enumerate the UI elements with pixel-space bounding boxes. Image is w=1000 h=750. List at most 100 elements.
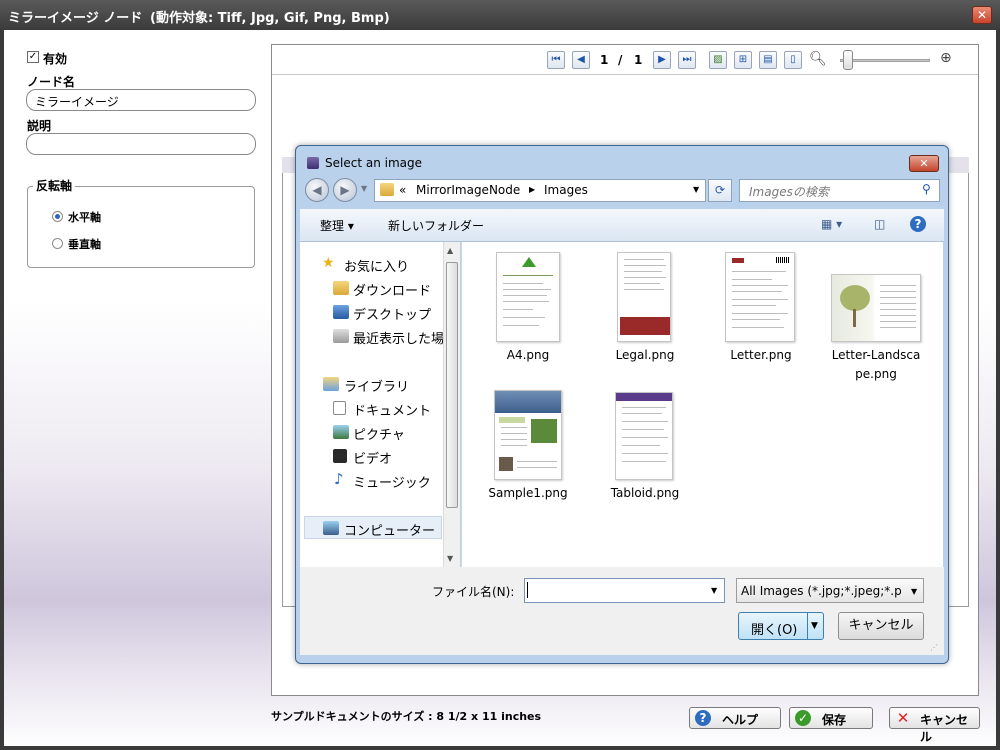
file-name-tabloid[interactable]: Tabloid.png [590, 486, 700, 500]
enabled-checkbox[interactable]: ✓ [27, 51, 39, 63]
filter-dropdown-icon[interactable]: ▼ [911, 587, 917, 596]
nav-recent[interactable]: 最近表示した場所 [353, 328, 443, 347]
new-folder-button[interactable]: 新しいフォルダー [388, 217, 484, 234]
folder-icon [380, 183, 394, 196]
open-split-dropdown-icon[interactable]: ▼ [811, 621, 818, 631]
node-name-label: ノード名 [27, 75, 76, 89]
file-name-letter-landscape-line1[interactable]: Letter-Landsca [821, 348, 931, 362]
preview-pane-icon[interactable]: ◫ [874, 217, 885, 231]
window-title-bar: ミラーイメージ ノード (動作対象: Tiff, Jpg, Gif, Png, … [0, 0, 1000, 30]
filename-dropdown-icon[interactable]: ▼ [711, 586, 717, 595]
address-dropdown-icon[interactable]: ▼ [693, 185, 699, 194]
nav-computer[interactable]: コンピューター [344, 520, 435, 539]
nav-pictures[interactable]: ピクチャ [353, 424, 405, 443]
search-box[interactable]: Imagesの検索 ⚲ [739, 179, 940, 202]
file-thumbnail-letter-landscape[interactable] [831, 274, 921, 342]
last-page-icon[interactable]: ⏭ [678, 51, 696, 69]
computer-icon [323, 521, 339, 535]
file-thumbnail-tabloid[interactable] [615, 392, 673, 480]
dialog-app-icon [307, 157, 319, 169]
file-thumbnail-letter[interactable] [725, 252, 795, 342]
file-name-letter-landscape-line2[interactable]: pe.png [821, 367, 931, 381]
close-icon: ✕ [919, 157, 929, 170]
window-close-button[interactable]: ✕ [972, 6, 992, 24]
zoom-out-icon[interactable]: 🔍︎ [809, 51, 827, 67]
page-separator: / [618, 53, 623, 67]
refresh-icon[interactable]: ⟳ [708, 179, 732, 202]
breadcrumb-item-images[interactable]: Images [544, 183, 588, 197]
breadcrumb-separator-icon: ▶ [529, 185, 536, 194]
recent-places-icon [333, 329, 349, 343]
nav-downloads[interactable]: ダウンロード [353, 280, 431, 299]
help-icon[interactable]: ? [910, 216, 926, 232]
node-name-input[interactable]: ミラーイメージ [26, 89, 256, 111]
prev-page-icon[interactable]: ◀ [572, 51, 590, 69]
save-button[interactable]: ✓ 保存 [789, 707, 873, 729]
newsletter-bar [499, 417, 525, 423]
window-subtitle: (動作対象: Tiff, Jpg, Gif, Png, Bmp) [150, 11, 390, 26]
dialog-cancel-button[interactable]: キャンセル [838, 612, 924, 640]
page-current: 1 [600, 53, 609, 67]
back-arrow-icon[interactable]: ◀ [305, 178, 329, 202]
horizontal-axis-radio[interactable] [52, 211, 63, 222]
cancel-button[interactable]: ✕ キャンセル [889, 707, 980, 744]
file-name-legal[interactable]: Legal.png [590, 348, 700, 362]
flip-axis-group [27, 186, 255, 268]
fit-page-icon[interactable]: ⊞ [734, 51, 752, 69]
desktop-icon [333, 305, 349, 319]
text-caret [527, 582, 528, 598]
newsletter-portrait [499, 457, 513, 471]
image-view-icon[interactable]: ▨ [709, 51, 727, 69]
dialog-close-button[interactable]: ✕ [909, 155, 939, 172]
next-page-icon[interactable]: ▶ [653, 51, 671, 69]
vertical-axis-radio[interactable] [52, 238, 63, 249]
page-total: 1 [634, 53, 643, 67]
fit-width-icon[interactable]: ▤ [759, 51, 777, 69]
description-input[interactable] [26, 133, 256, 155]
search-icon[interactable]: ⚲ [922, 182, 931, 196]
nav-music[interactable]: ミュージック [353, 472, 431, 491]
navigation-scroll-thumb[interactable] [446, 262, 458, 508]
organize-menu[interactable]: 整理 ▾ [320, 217, 354, 234]
nav-libraries[interactable]: ライブラリ [344, 376, 409, 395]
file-thumbnail-a4[interactable] [496, 252, 560, 342]
zoom-in-icon[interactable]: ⊕ [940, 50, 952, 66]
resize-grip-icon[interactable]: ⋰ [930, 643, 938, 652]
preview-toolbar-divider [272, 74, 978, 75]
file-thumbnail-legal[interactable] [617, 252, 671, 342]
file-name-a4[interactable]: A4.png [473, 348, 583, 362]
x-icon: ✕ [896, 709, 910, 727]
filename-input[interactable]: ▼ [524, 578, 725, 603]
tabloid-header [616, 393, 672, 401]
nav-favorites[interactable]: お気に入り [344, 256, 409, 275]
file-name-letter[interactable]: Letter.png [706, 348, 816, 362]
file-name-sample1[interactable]: Sample1.png [473, 486, 583, 500]
nav-videos[interactable]: ビデオ [353, 448, 392, 467]
nav-desktop[interactable]: デスクトップ [353, 304, 431, 323]
help-button[interactable]: ? ヘルプ [689, 707, 781, 729]
window-frame-right [996, 30, 1000, 750]
close-icon: ✕ [976, 8, 988, 22]
zoom-slider-track[interactable] [840, 59, 930, 62]
file-thumbnail-sample1[interactable] [494, 390, 562, 480]
help-icon: ? [695, 710, 711, 726]
address-bar[interactable]: « MirrorImageNode ▶ Images ▼ [374, 179, 706, 202]
window-frame-left [0, 30, 4, 750]
actual-size-icon[interactable]: ▯ [784, 51, 802, 69]
scroll-down-icon[interactable]: ▼ [447, 554, 453, 563]
first-page-icon[interactable]: ⏮ [547, 51, 565, 69]
open-label: 開く(O) [751, 623, 798, 638]
breadcrumb-prefix: « [399, 183, 407, 197]
tree-image [840, 285, 870, 311]
open-button[interactable]: 開く(O) ▼ [738, 612, 824, 640]
breadcrumb-item-mirrorimagenode[interactable]: MirrorImageNode [416, 183, 520, 197]
file-type-filter[interactable]: All Images (*.jpg;*.jpeg;*.p ▼ [736, 578, 924, 603]
star-icon: ★ [322, 255, 335, 271]
scroll-up-icon[interactable]: ▲ [447, 246, 453, 255]
nav-documents[interactable]: ドキュメント [353, 400, 431, 419]
forward-arrow-icon[interactable]: ▶ [333, 178, 357, 202]
history-chevron-icon[interactable]: ▼ [361, 184, 367, 193]
zoom-slider-thumb[interactable] [843, 50, 853, 70]
view-options-icon[interactable]: ▦ ▾ [821, 217, 842, 231]
dialog-command-bar: 整理 ▾ 新しいフォルダー ▦ ▾ ◫ ? [300, 209, 944, 242]
